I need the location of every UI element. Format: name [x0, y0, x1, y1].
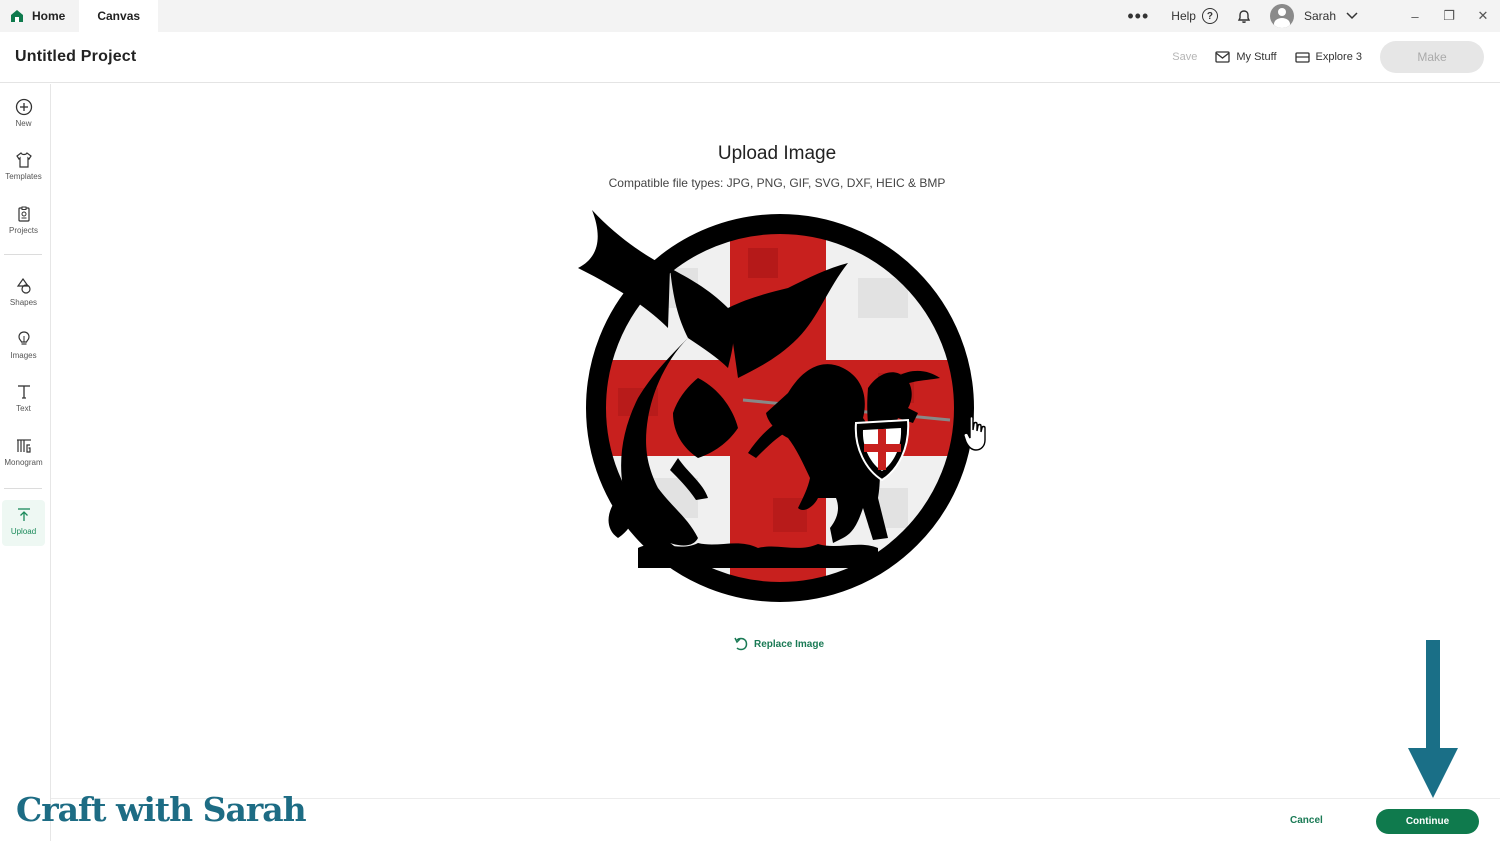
upload-title: Upload Image — [717, 143, 837, 164]
bulb-icon — [17, 331, 30, 345]
more-options-button[interactable]: ••• — [1127, 7, 1149, 25]
sidebar-item-label: New — [15, 119, 32, 128]
tab-home-label: Home — [32, 9, 66, 23]
text-icon — [17, 385, 30, 399]
sidebar-item-upload[interactable]: Upload — [2, 500, 45, 546]
plus-circle-icon — [15, 98, 32, 116]
user-name: Sarah — [1303, 9, 1336, 23]
clipboard-icon — [17, 206, 30, 222]
chevron-down-icon — [1346, 12, 1358, 20]
save-button[interactable]: Save — [1172, 51, 1197, 63]
sidebar-divider — [4, 254, 42, 255]
sidebar-item-shapes[interactable]: Shapes — [2, 271, 45, 317]
notifications-button[interactable] — [1236, 8, 1252, 24]
sidebar-item-new[interactable]: New — [2, 92, 45, 138]
sidebar-item-projects[interactable]: Projects — [2, 199, 45, 245]
replace-image-label: Replace Image — [754, 638, 825, 650]
my-stuff-button[interactable]: My Stuff — [1215, 51, 1277, 63]
sidebar-item-label: Images — [10, 351, 37, 360]
my-stuff-label: My Stuff — [1236, 51, 1277, 63]
bell-icon — [1237, 10, 1251, 23]
machine-icon — [1294, 51, 1310, 63]
user-menu[interactable]: Sarah — [1269, 4, 1358, 28]
cancel-button[interactable]: Cancel — [1290, 815, 1323, 826]
left-sidebar: New Templates Projects Shapes Images Tex… — [0, 84, 51, 841]
sidebar-item-label: Projects — [9, 226, 38, 235]
shapes-icon — [16, 277, 31, 294]
compatible-file-types: Compatible file types: JPG, PNG, GIF, SV… — [608, 176, 946, 190]
sidebar-item-text[interactable]: Text — [2, 377, 45, 423]
replace-image-button[interactable]: Replace Image — [733, 636, 824, 652]
avatar — [1269, 4, 1294, 28]
uploaded-image-preview — [578, 210, 986, 602]
make-button[interactable]: Make — [1380, 41, 1484, 73]
tab-home[interactable]: Home — [0, 0, 79, 32]
tab-canvas[interactable]: Canvas — [79, 0, 159, 32]
sidebar-item-label: Monogram — [4, 458, 43, 467]
sidebar-item-label: Upload — [10, 527, 37, 536]
machine-selector[interactable]: Explore 3 — [1294, 51, 1362, 63]
help-button[interactable]: Help ? — [1171, 8, 1218, 24]
monogram-icon — [16, 439, 31, 453]
sidebar-item-images[interactable]: Images — [2, 324, 45, 370]
sidebar-item-label: Text — [16, 404, 31, 413]
restore-button[interactable]: ❐ — [1432, 8, 1466, 24]
sidebar-divider — [4, 488, 42, 489]
tab-canvas-label: Canvas — [97, 9, 141, 23]
rotate-icon — [734, 637, 748, 651]
close-window-button[interactable]: ✕ — [1466, 8, 1500, 24]
annotation-arrow-icon — [1408, 640, 1458, 798]
title-bar: Home Canvas ••• Help ? Sarah – ❐ ✕ — [0, 0, 1500, 32]
project-title[interactable]: Untitled Project — [15, 48, 136, 66]
sidebar-item-label: Shapes — [9, 298, 38, 307]
minimize-button[interactable]: – — [1398, 9, 1432, 24]
mail-icon — [1215, 51, 1231, 63]
help-icon: ? — [1201, 8, 1218, 24]
project-header: Untitled Project Save My Stuff Explore 3… — [0, 32, 1500, 83]
machine-label: Explore 3 — [1315, 51, 1362, 63]
continue-button[interactable]: Continue — [1376, 809, 1479, 834]
home-icon — [11, 10, 23, 22]
help-label: Help — [1171, 9, 1196, 23]
upload-icon — [17, 508, 30, 521]
brand-watermark: Craft with Sarah — [16, 790, 307, 829]
sidebar-item-monogram[interactable]: Monogram — [2, 431, 45, 477]
